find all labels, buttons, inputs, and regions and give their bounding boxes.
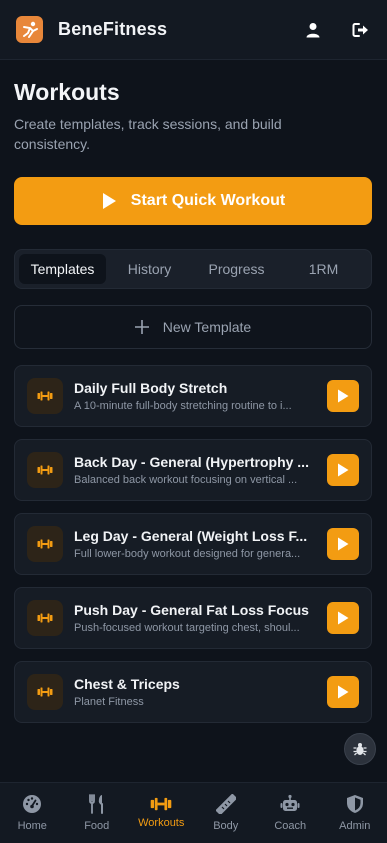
play-icon — [102, 193, 116, 209]
nav-home[interactable]: Home — [0, 794, 65, 832]
nav-home-label: Home — [17, 820, 47, 832]
bottom-nav: Home Food Workouts Body Coach Admin — [0, 782, 387, 843]
template-title: Push Day - General Fat Loss Focus — [74, 602, 309, 618]
dumbbell-icon — [27, 526, 63, 562]
start-quick-workout-label: Start Quick Workout — [130, 192, 286, 209]
robot-icon — [280, 794, 300, 811]
ruler-icon — [215, 794, 236, 814]
template-list: Daily Full Body Stretch A 10-minute full… — [14, 365, 372, 735]
nav-workouts[interactable]: Workouts — [129, 797, 194, 829]
template-description: Full lower-body workout designed for gen… — [74, 548, 301, 560]
template-title: Back Day - General (Hypertrophy ... — [74, 454, 309, 470]
template-description: A 10-minute full-body stretching routine… — [74, 400, 292, 412]
start-quick-workout-button[interactable]: Start Quick Workout — [14, 177, 372, 225]
dumbbell-icon — [27, 600, 63, 636]
template-card[interactable]: Push Day - General Fat Loss Focus Push-f… — [14, 587, 372, 649]
workout-tabs: Templates History Progress 1RM — [14, 249, 372, 289]
logout-button[interactable] — [351, 20, 371, 40]
tab-progress[interactable]: Progress — [193, 254, 280, 284]
tab-1rm[interactable]: 1RM — [280, 254, 367, 284]
app-name: BeneFitness — [58, 19, 168, 39]
template-description: Planet Fitness — [74, 696, 144, 708]
start-template-button[interactable] — [327, 602, 359, 634]
nav-food[interactable]: Food — [65, 794, 130, 832]
template-card[interactable]: Back Day - General (Hypertrophy ... Bala… — [14, 439, 372, 501]
template-description: Balanced back workout focusing on vertic… — [74, 474, 298, 486]
tab-history[interactable]: History — [106, 254, 193, 284]
plus-icon — [134, 320, 149, 334]
start-template-button[interactable] — [327, 528, 359, 560]
dumbbell-icon — [27, 674, 63, 710]
play-icon — [338, 611, 349, 625]
nav-coach[interactable]: Coach — [258, 794, 323, 832]
template-card[interactable]: Leg Day - General (Weight Loss F... Full… — [14, 513, 372, 575]
play-icon — [338, 389, 349, 403]
page-subtitle: Create templates, track sessions, and bu… — [14, 116, 282, 152]
dashboard-icon — [23, 795, 42, 813]
nav-admin-label: Admin — [339, 820, 371, 832]
app-logo — [16, 16, 43, 43]
nav-body-label: Body — [213, 820, 239, 832]
nav-admin[interactable]: Admin — [323, 794, 387, 832]
tab-templates[interactable]: Templates — [19, 254, 106, 284]
nav-food-label: Food — [84, 820, 110, 832]
template-card[interactable]: Chest & Triceps Planet Fitness — [14, 661, 372, 723]
nav-body[interactable]: Body — [194, 794, 259, 832]
play-icon — [338, 463, 349, 477]
nav-workouts-label: Workouts — [138, 817, 185, 829]
dumbbell-icon — [27, 378, 63, 414]
template-title: Daily Full Body Stretch — [74, 380, 228, 396]
dumbbell-icon — [27, 452, 63, 488]
new-template-label: New Template — [162, 319, 252, 335]
dumbbell-icon — [150, 797, 172, 811]
start-template-button[interactable] — [327, 380, 359, 412]
bug-icon — [353, 743, 367, 756]
top-header: BeneFitness — [0, 0, 387, 60]
utensils-icon — [88, 794, 103, 814]
template-description: Push-focused workout targeting chest, sh… — [74, 622, 300, 634]
bug-report-button[interactable] — [344, 733, 376, 765]
nav-coach-label: Coach — [274, 820, 307, 832]
user-icon — [306, 22, 320, 37]
start-template-button[interactable] — [327, 454, 359, 486]
new-template-button[interactable]: New Template — [14, 305, 372, 349]
shield-icon — [346, 795, 363, 813]
app-root: BeneFitness Workouts Create templates, t… — [0, 0, 387, 843]
play-icon — [338, 537, 349, 551]
template-title: Leg Day - General (Weight Loss F... — [74, 528, 308, 544]
profile-button[interactable] — [303, 20, 323, 40]
page-title: Workouts — [14, 79, 120, 105]
start-template-button[interactable] — [327, 676, 359, 708]
sign-out-icon — [352, 22, 368, 37]
template-title: Chest & Triceps — [74, 676, 180, 692]
play-icon — [338, 685, 349, 699]
template-card[interactable]: Daily Full Body Stretch A 10-minute full… — [14, 365, 372, 427]
